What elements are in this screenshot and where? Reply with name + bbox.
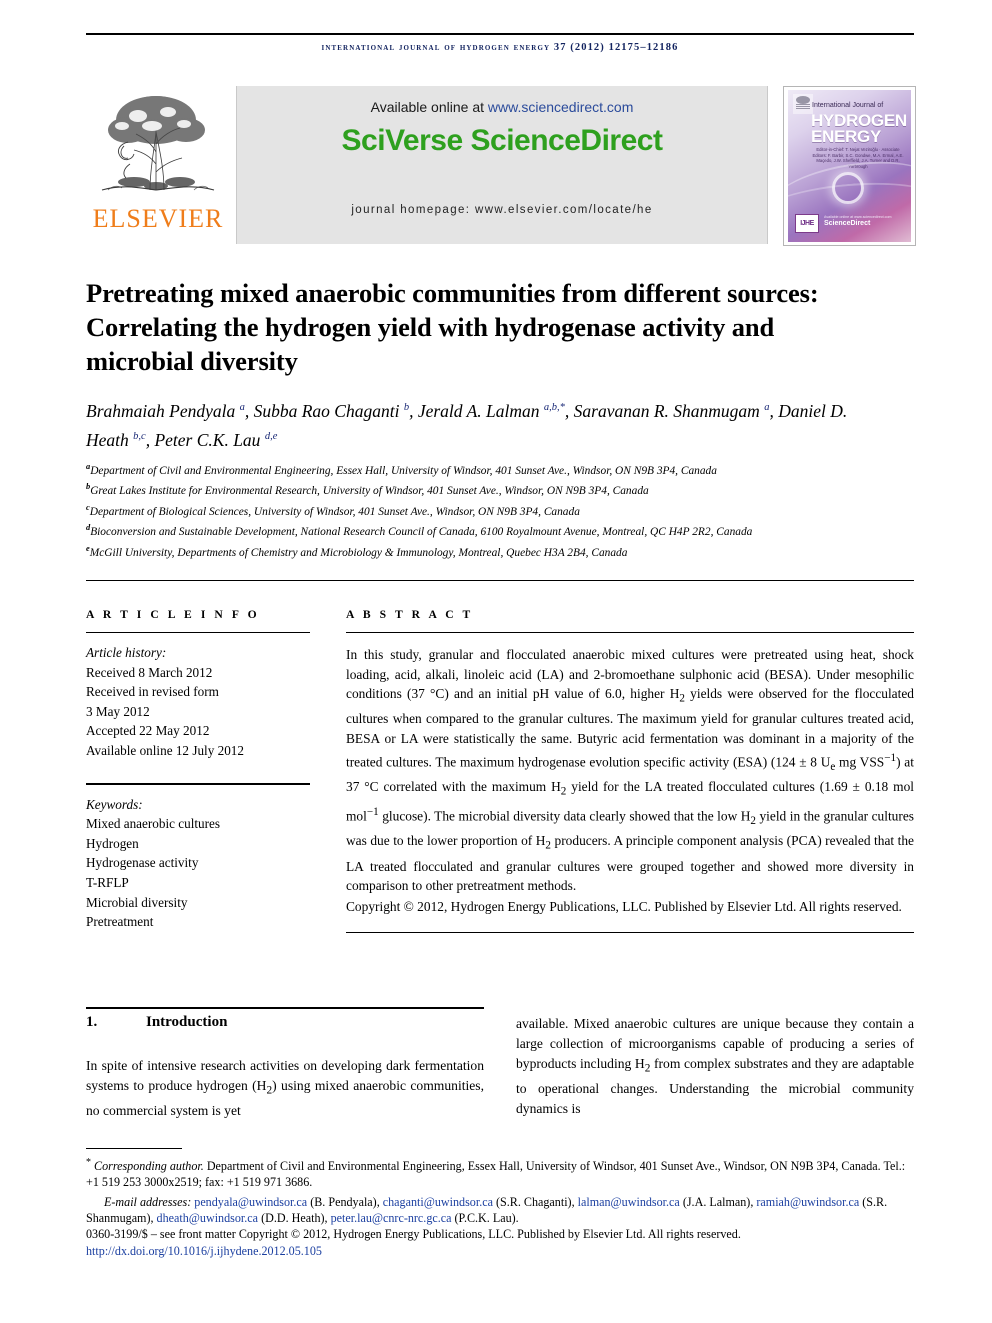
section-divider-top (86, 580, 914, 581)
email-owner: (D.D. Heath) (261, 1211, 325, 1226)
introduction-number: 1. (86, 1014, 98, 1030)
introduction-rule (86, 1007, 484, 1009)
article-history-item: Accepted 22 May 2012 (86, 723, 210, 739)
affiliation-item: dBioconversion and Sustainable Developme… (86, 523, 753, 538)
header-rule (86, 33, 914, 35)
affiliation-item: aDepartment of Civil and Environmental E… (86, 462, 717, 477)
affiliation-item: bGreat Lakes Institute for Environmental… (86, 482, 649, 498)
footnote-rule (86, 1148, 182, 1149)
doi-link[interactable]: http://dx.doi.org/10.1016/j.ijhydene.201… (86, 1243, 914, 1260)
email-link[interactable]: chaganti@uwindsor.ca (383, 1195, 493, 1209)
abstract-rule (346, 632, 914, 633)
keyword-item: Hydrogenase activity (86, 855, 199, 871)
footnote-block: * Corresponding author. Department of Ci… (86, 1155, 914, 1227)
article-history-block: Article history: Received 8 March 2012 Re… (86, 643, 310, 761)
email-label: E-mail addresses: (104, 1194, 192, 1209)
article-history-item: 3 May 2012 (86, 703, 150, 719)
email-link[interactable]: lalman@uwindsor.ca (578, 1195, 680, 1209)
cover-line-3: ENERGY (811, 127, 881, 146)
article-history-item: Received in revised form (86, 684, 219, 700)
affiliation-mark: b (86, 482, 91, 492)
elsevier-tree-icon (94, 90, 222, 202)
article-history-item: Available online 12 July 2012 (86, 742, 244, 758)
email-owner: (S.R. Chaganti) (496, 1194, 572, 1209)
email-link[interactable]: pendyala@uwindsor.ca (194, 1195, 307, 1209)
sciverse-sciencedirect-logo: SciVerse ScienceDirect (341, 124, 663, 157)
affiliation-mark: d (86, 523, 91, 533)
masthead: ELSEVIER Available online at www.science… (86, 86, 916, 246)
email-owner: (J.A. Lalman) (682, 1194, 751, 1209)
email-link[interactable]: dheath@uwindsor.ca (157, 1211, 258, 1225)
article-info-column: A R T I C L E I N F O Article history: R… (86, 608, 310, 932)
article-info-rule (86, 632, 310, 633)
keyword-item: T-RFLP (86, 874, 129, 890)
running-head: international journal of hydrogen energy… (321, 42, 679, 53)
cover-sciencedirect-word: ScienceDirect (824, 220, 871, 227)
affiliation-mark: a (86, 462, 91, 471)
abstract-heading: A B S T R A C T (346, 608, 474, 621)
abstract-body: In this study, granular and flocculated … (346, 647, 914, 894)
article-history-label: Article history: (86, 645, 167, 660)
elsevier-logo-block: ELSEVIER (86, 86, 230, 244)
issn-copyright-block: 0360-3199/$ – see front matter Copyright… (86, 1226, 914, 1260)
affiliation-item: eMcGill University, Departments of Chemi… (86, 543, 628, 559)
elsevier-wordmark: ELSEVIER (92, 204, 224, 233)
cover-sciencedirect-top: Available online at www.sciencedirect.co… (824, 215, 892, 219)
keywords-label: Keywords: (86, 796, 143, 812)
abstract-copyright: Copyright © 2012, Hydrogen Energy Public… (346, 898, 902, 914)
affiliation-list: aDepartment of Civil and Environmental E… (86, 459, 914, 561)
email-addresses-note: E-mail addresses: pendyala@uwindsor.ca (… (86, 1194, 888, 1226)
keyword-item: Pretreatment (86, 914, 154, 930)
keyword-item: Hydrogen (86, 835, 139, 851)
keyword-items: Mixed anaerobic cultures Hydrogen Hydrogen… (86, 814, 310, 932)
email-link[interactable]: ramiah@uwindsor.ca (756, 1195, 859, 1209)
sciencedirect-banner: Available online at www.sciencedirect.co… (236, 86, 768, 244)
affiliation-mark: c (86, 502, 90, 512)
cover-line-1: International Journal of (812, 102, 884, 109)
cover-ijhe-badge: IJHE (795, 214, 819, 233)
journal-cover-thumbnail: International Journal of HYDROGEN ENERGY… (783, 86, 916, 246)
cover-elsevier-mark (793, 94, 813, 114)
page-title: Pretreating mixed anaerobic communities … (86, 277, 819, 376)
author-list: Brahmaiah Pendyala a, Subba Rao Chaganti… (86, 400, 848, 450)
affiliation-mark: e (86, 543, 90, 553)
abstract-column: A B S T R A C T In this study, granular … (346, 608, 914, 916)
abstract-bottom-rule (346, 932, 914, 933)
article-info-heading: A R T I C L E I N F O (86, 608, 260, 621)
available-online-text: Available online at (370, 99, 488, 115)
affiliation-item: cDepartment of Biological Sciences, Univ… (86, 502, 580, 518)
keyword-item: Microbial diversity (86, 894, 188, 910)
issn-line: 0360-3199/$ – see front matter Copyright… (86, 1227, 741, 1241)
sciencedirect-url-link[interactable]: www.sciencedirect.com (488, 99, 634, 115)
available-online-line: Available online at www.sciencedirect.co… (237, 99, 767, 115)
body-column-left: In spite of intensive research activitie… (86, 1058, 484, 1119)
email-owner: (B. Pendyala) (310, 1194, 377, 1209)
email-owner: (P.C.K. Lau) (454, 1211, 516, 1226)
corresponding-author-note: * Corresponding author. Department of Ci… (86, 1157, 906, 1190)
cover-sciencedirect-mark: Available online at www.sciencedirect.co… (824, 215, 891, 227)
body-column-right: available. Mixed anaerobic cultures are … (516, 1016, 914, 1116)
keywords-block: Keywords: Mixed anaerobic cultures Hydrog… (86, 795, 310, 932)
cover-ring-graphic (832, 172, 864, 204)
article-history-item: Received 8 March 2012 (86, 664, 213, 680)
keyword-item: Mixed anaerobic cultures (86, 816, 221, 832)
email-link[interactable]: peter.lau@cnrc-nrc.gc.ca (331, 1211, 452, 1225)
journal-cover-artwork: International Journal of HYDROGEN ENERGY… (788, 90, 911, 242)
journal-homepage-line[interactable]: journal homepage: www.elsevier.com/locat… (237, 204, 767, 216)
keywords-rule (86, 782, 310, 785)
article-history-items: Received 8 March 2012 Received in revised… (86, 663, 310, 761)
article-first-page: international journal of hydrogen energy… (0, 0, 992, 1323)
introduction-title: Introduction (146, 1014, 228, 1030)
